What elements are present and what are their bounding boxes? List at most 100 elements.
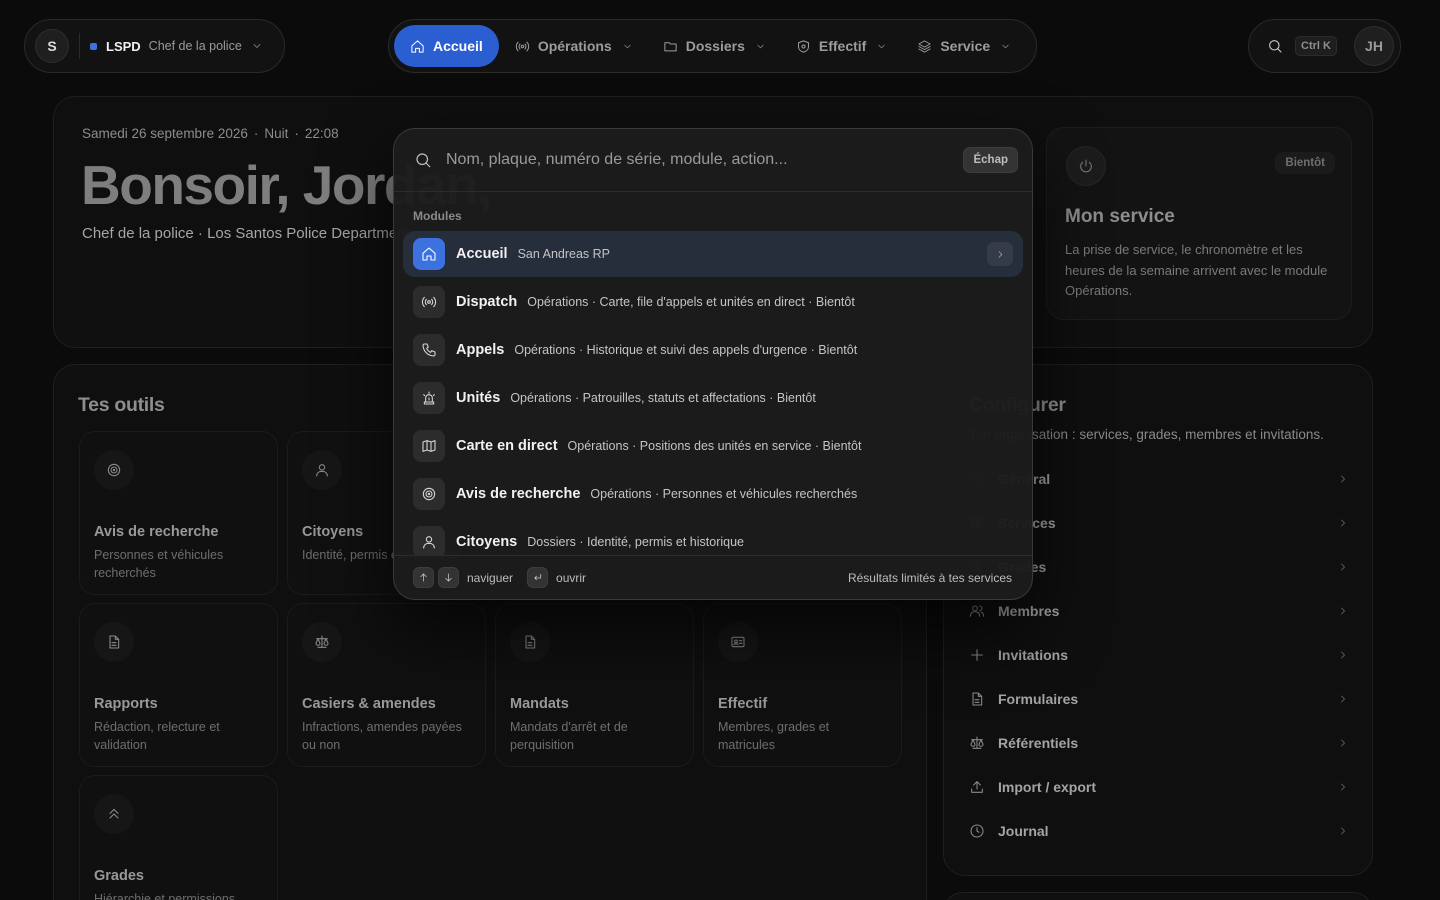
navigate-hint: naviguer <box>467 570 514 585</box>
open-hint: ouvrir <box>556 570 587 585</box>
palette-item-citoyens[interactable]: Citoyens Dossiers · Identité, permis et … <box>403 519 1023 556</box>
config-item-formulaires[interactable]: Formulaires <box>969 684 1349 714</box>
command-palette: Échap Modules Accueil San Andreas RP Dis… <box>393 128 1033 600</box>
nav-label: Service <box>940 38 991 54</box>
upload-icon <box>969 779 985 795</box>
palette-item-name: Citoyens <box>456 534 518 550</box>
arrow-up-icon <box>413 567 434 588</box>
chevron-right-icon <box>1337 781 1349 793</box>
nav-label: Opérations <box>537 38 612 54</box>
phone-icon <box>413 334 445 366</box>
target-icon <box>413 478 445 510</box>
tool-card-grades[interactable]: Grades Hiérarchie et permissions <box>79 775 278 900</box>
palette-group-label: Modules <box>413 209 462 223</box>
palette-item-desc: Opérations · Positions des unités en ser… <box>567 439 862 453</box>
tool-card-casiers-amendes[interactable]: Casiers & amendes Infractions, amendes p… <box>287 603 486 767</box>
search-icon <box>414 151 432 169</box>
results-scope-note: Résultats limités à tes services <box>847 570 1012 585</box>
chevron-right-icon <box>1337 517 1349 529</box>
palette-search-input[interactable] <box>446 151 964 169</box>
tool-name: Casiers & amendes <box>302 696 436 712</box>
palette-item-unites[interactable]: Unités Opérations · Patrouilles, statuts… <box>403 375 1023 421</box>
search-shortcut-badge: Ctrl K <box>1295 36 1337 56</box>
palette-item-name: Avis de recherche <box>456 486 581 502</box>
tool-description: Mandats d'arrêt et de perquisition <box>510 720 628 752</box>
tool-card-avis-de-recherche[interactable]: Avis de recherche Personnes et véhicules… <box>79 431 278 595</box>
user-role: Chef de la police <box>148 39 242 53</box>
tool-card-mandats[interactable]: Mandats Mandats d'arrêt et de perquisiti… <box>495 603 694 767</box>
config-item-label: Formulaires <box>998 691 1079 707</box>
palette-item-name: Accueil <box>456 246 508 262</box>
palette-item-desc: Opérations · Personnes et véhicules rech… <box>590 487 858 501</box>
tool-description: Hiérarchie et permissions <box>94 892 236 900</box>
enter-key-icon <box>527 567 549 588</box>
shield-icon <box>796 39 811 54</box>
chevron-right-icon <box>1337 825 1349 837</box>
config-item-label: Invitations <box>998 647 1069 663</box>
nav-operations[interactable]: Opérations <box>501 25 647 67</box>
tool-name: Grades <box>94 868 144 884</box>
palette-search-bar: Échap <box>394 129 1032 192</box>
config-item-import-export[interactable]: Import / export <box>969 772 1349 802</box>
nav-effectif[interactable]: Effectif <box>782 25 901 67</box>
status-badge: Bientôt <box>1275 152 1335 174</box>
scale-icon <box>969 735 985 751</box>
org-name: LSPD <box>106 38 141 54</box>
tool-description: Membres, grades et matricules <box>718 720 830 752</box>
chevron-down-icon <box>755 41 766 52</box>
broadcast-icon <box>515 39 530 54</box>
palette-item-name: Dispatch <box>456 294 518 310</box>
chevron-down-icon <box>622 41 633 52</box>
escape-button[interactable]: Échap <box>963 147 1018 173</box>
tool-card-rapports[interactable]: Rapports Rédaction, relecture et validat… <box>79 603 278 767</box>
document-icon <box>969 691 985 707</box>
config-item-referentiels[interactable]: Référentiels <box>969 728 1349 758</box>
users-icon <box>969 603 985 619</box>
chevrons-up-icon <box>94 794 134 834</box>
org-switcher[interactable]: S LSPD Chef de la police <box>24 19 285 73</box>
nav-label: Dossiers <box>685 38 745 54</box>
service-title: Mon service <box>1065 206 1175 227</box>
config-item-membres[interactable]: Membres <box>969 596 1349 626</box>
power-icon <box>1066 146 1106 186</box>
siren-icon <box>413 382 445 414</box>
search-icon[interactable] <box>1267 38 1283 54</box>
palette-item-accueil[interactable]: Accueil San Andreas RP <box>403 231 1023 277</box>
nav-accueil[interactable]: Accueil <box>394 25 499 67</box>
tool-name: Effectif <box>718 696 768 712</box>
service-description: La prise de service, le chronomètre et l… <box>1065 242 1328 298</box>
chevron-down-icon <box>876 41 887 52</box>
config-item-label: Import / export <box>998 779 1097 795</box>
chevron-down-icon <box>1000 41 1011 52</box>
palette-item-name: Unités <box>456 390 501 406</box>
search-and-user: Ctrl K JH <box>1248 19 1401 73</box>
config-item-label: Référentiels <box>998 735 1079 751</box>
divider <box>79 33 80 59</box>
tool-card-effectif[interactable]: Effectif Membres, grades et matricules <box>703 603 902 767</box>
my-service-card: Bientôt Mon service La prise de service,… <box>1046 127 1352 320</box>
palette-results: Accueil San Andreas RP Dispatch Opératio… <box>403 231 1023 556</box>
chevron-right-icon <box>1337 693 1349 705</box>
nav-service[interactable]: Service <box>903 25 1025 67</box>
server-avatar: S <box>35 29 69 63</box>
tool-name: Rapports <box>94 696 158 712</box>
plus-icon <box>969 647 985 663</box>
palette-item-desc: Opérations · Historique et suivi des app… <box>514 343 858 357</box>
target-icon <box>94 450 134 490</box>
palette-item-dispatch[interactable]: Dispatch Opérations · Carte, file d'appe… <box>403 279 1023 325</box>
chevron-right-icon <box>1337 737 1349 749</box>
palette-item-desc: Dossiers · Identité, permis et historiqu… <box>527 535 745 549</box>
palette-item-carte-en-direct[interactable]: Carte en direct Opérations · Positions d… <box>403 423 1023 469</box>
config-item-journal[interactable]: Journal <box>969 816 1349 846</box>
user-avatar[interactable]: JH <box>1354 26 1394 66</box>
palette-item-desc: Opérations · Patrouilles, statuts et aff… <box>510 391 816 405</box>
home-icon <box>413 238 445 270</box>
folder-icon <box>663 39 678 54</box>
palette-item-appels[interactable]: Appels Opérations · Historique et suivi … <box>403 327 1023 373</box>
palette-item-avis-de-recherche[interactable]: Avis de recherche Opérations · Personnes… <box>403 471 1023 517</box>
tools-title: Tes outils <box>78 394 165 416</box>
nav-dossiers[interactable]: Dossiers <box>649 25 780 67</box>
chevron-right-icon <box>1337 473 1349 485</box>
tool-description: Rédaction, relecture et validation <box>94 720 220 752</box>
config-item-invitations[interactable]: Invitations <box>969 640 1349 670</box>
